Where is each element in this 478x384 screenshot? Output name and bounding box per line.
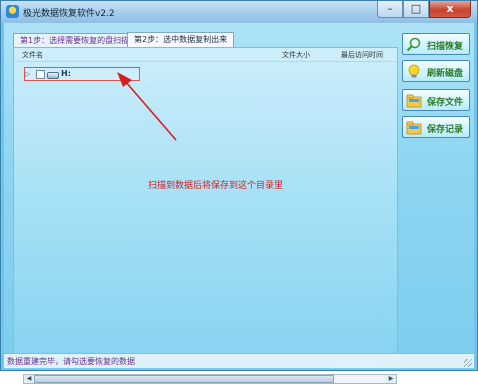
- resize-grip-icon[interactable]: [464, 359, 472, 367]
- annotation-arrow-icon: [117, 72, 177, 141]
- client-area: 第1步：选择需要恢复的盘扫描 第2步：选中数据复制出来 文件名 文件大小 最后访…: [4, 23, 474, 384]
- save-record-label: 保存记录: [427, 125, 464, 135]
- drive-icon: [47, 72, 59, 79]
- magnifier-icon: [406, 37, 421, 52]
- close-button[interactable]: x: [429, 1, 471, 18]
- scroll-thumb[interactable]: [34, 375, 334, 383]
- refresh-disk-label: 刷新磁盘: [427, 69, 464, 79]
- annotation-text: 扫描到数据后将保存到这个目录里: [148, 181, 284, 191]
- app-logo-icon: [6, 5, 19, 18]
- column-filesize[interactable]: 文件大小: [282, 50, 310, 60]
- status-text: 数据重建完毕，请勾选要恢复的数据: [7, 357, 135, 366]
- title-bar[interactable]: 极光数据恢复软件v2.2 – □ x: [1, 1, 477, 23]
- lightbulb-icon: [408, 64, 420, 78]
- tab-step1[interactable]: 第1步：选择需要恢复的盘扫描: [13, 33, 137, 47]
- column-filename[interactable]: 文件名: [22, 50, 43, 60]
- save-files-button[interactable]: 保存文件: [402, 89, 470, 111]
- scroll-right-icon[interactable]: ▶: [386, 375, 396, 383]
- tree-row-drive[interactable]: ▷ H:: [24, 67, 140, 81]
- scan-recover-label: 扫描恢复: [427, 42, 464, 52]
- expand-arrow-icon[interactable]: ▷: [25, 70, 30, 78]
- file-list-panel: 文件名 文件大小 最后访问时间 ▷ H: 扫描到数据后将保存到这个目录里 ◀ ▶: [13, 47, 398, 384]
- drive-label: H:: [61, 69, 71, 78]
- status-bar: 数据重建完毕，请勾选要恢复的数据: [4, 353, 474, 368]
- column-last-access[interactable]: 最后访问时间: [341, 50, 383, 60]
- save-record-button[interactable]: 保存记录: [402, 116, 470, 138]
- scroll-left-icon[interactable]: ◀: [24, 375, 34, 383]
- window-title: 极光数据恢复软件v2.2: [23, 9, 115, 19]
- app-window: 极光数据恢复软件v2.2 – □ x 第1步：选择需要恢复的盘扫描 第2步：选中…: [0, 0, 478, 384]
- drive-checkbox[interactable]: [36, 70, 45, 79]
- window-controls: – □ x: [377, 1, 471, 19]
- folder-icon: [406, 121, 422, 135]
- scan-recover-button[interactable]: 扫描恢复: [402, 33, 470, 55]
- maximize-button[interactable]: □: [403, 1, 429, 18]
- folder-icon: [406, 94, 422, 108]
- tab-step2[interactable]: 第2步：选中数据复制出来: [127, 32, 235, 47]
- refresh-disk-button[interactable]: 刷新磁盘: [402, 60, 470, 82]
- minimize-button[interactable]: –: [377, 1, 403, 18]
- column-header: 文件名 文件大小 最后访问时间: [14, 48, 397, 62]
- save-files-label: 保存文件: [427, 98, 464, 108]
- horizontal-scrollbar[interactable]: ◀ ▶: [23, 374, 397, 384]
